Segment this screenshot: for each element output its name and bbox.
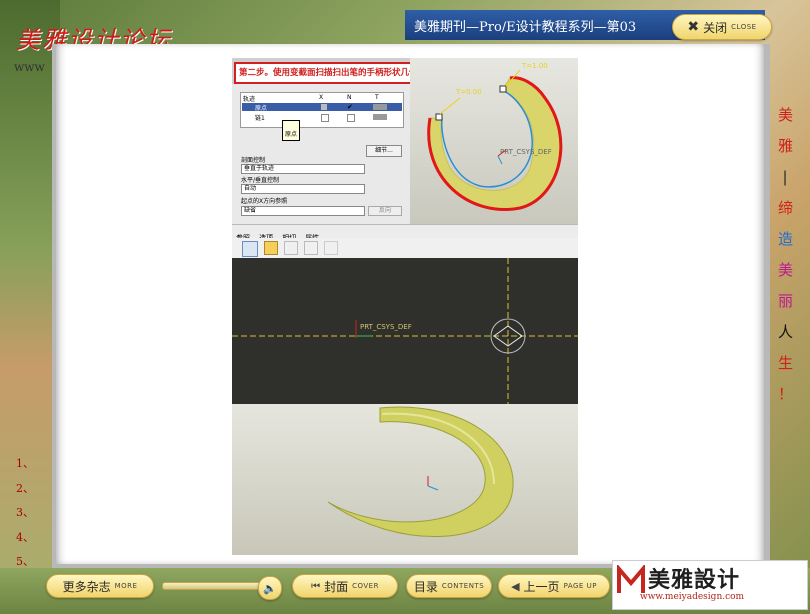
more-magazines-button[interactable]: 更多杂志 MORE xyxy=(46,574,154,598)
slogan-char: ！ xyxy=(778,385,794,403)
first-page-icon: ⏮ xyxy=(311,580,321,592)
table-header: N xyxy=(347,94,352,101)
contents-sub-label: CONTENTS xyxy=(441,582,485,590)
section-control-value: 垂直于轨迹 xyxy=(244,165,275,172)
checkbox-t[interactable] xyxy=(373,104,387,110)
close-label: 关闭 xyxy=(703,20,728,35)
list-item[interactable]: 2、 xyxy=(16,480,46,505)
hv-control-label: 水平/垂直控制 xyxy=(241,177,280,184)
left-list: 1、 2、 3、 4、 5、 xyxy=(16,455,46,578)
bracelet-model xyxy=(327,406,514,537)
close-sub-label: CLOSE xyxy=(731,23,757,31)
tooltip-text: 原点 xyxy=(285,131,298,138)
slogan-char: 雅 xyxy=(778,137,794,155)
bracelet-sketch-view xyxy=(427,69,563,211)
section-control-select[interactable]: 垂直于轨迹 xyxy=(241,164,365,174)
contents-label: 目录 xyxy=(413,579,438,594)
slogan-char: | xyxy=(782,168,788,186)
speaker-icon: 🔈 xyxy=(263,581,277,595)
slogan-char: 丽 xyxy=(778,292,794,310)
3d-view-bottom xyxy=(232,404,578,555)
forum-www: www xyxy=(14,60,45,74)
slogan-char: 美 xyxy=(778,261,794,279)
table-header: 轨迹 xyxy=(243,96,256,103)
close-button[interactable]: ✖ 关闭 CLOSE xyxy=(672,14,772,40)
csys-label: PRT_CSYS_DEF xyxy=(500,148,552,156)
checkbox-t[interactable] xyxy=(373,114,387,120)
logo-m-icon xyxy=(617,565,645,593)
list-item[interactable]: 3、 xyxy=(16,504,46,529)
thicken-icon[interactable] xyxy=(304,241,318,255)
sketch-csys-label: PRT_CSYS_DEF xyxy=(360,323,412,331)
table-row-label: 原点 xyxy=(255,105,268,112)
more-sub-label: MORE xyxy=(114,582,138,590)
cover-sub-label: COVER xyxy=(352,582,379,590)
checkbox-x[interactable] xyxy=(321,114,329,122)
dashboard-tabs: 参照 选项 相切 属性 xyxy=(232,224,578,242)
checkbox-n[interactable] xyxy=(347,114,355,122)
sketch-view xyxy=(232,258,578,404)
logo-url[interactable]: www.meiyadesign.com xyxy=(640,592,744,602)
list-item[interactable]: 1、 xyxy=(16,455,46,480)
start-x-field[interactable]: 缺省 xyxy=(241,206,365,216)
slogan-char: 造 xyxy=(778,230,794,248)
trajectory-table: 轨迹 X N T 原点 链1 ✔ xyxy=(240,92,404,128)
speaker-button[interactable]: 🔈 xyxy=(258,576,282,600)
cover-label: 封面 xyxy=(324,579,349,594)
reverse-button[interactable]: 反向 xyxy=(368,206,402,216)
checkbox-n-checked[interactable]: ✔ xyxy=(347,103,353,111)
table-header: X xyxy=(319,94,324,101)
slogan-char: 人 xyxy=(778,323,794,341)
sweep-surface-icon[interactable] xyxy=(242,241,258,257)
start-x-value: 缺省 xyxy=(244,207,257,214)
more-label: 更多杂志 xyxy=(62,579,111,594)
slogan-char: 生 xyxy=(778,354,794,372)
detail-button[interactable]: 细节... xyxy=(366,145,402,157)
slogan-vertical: 美雅 | 缔造美丽人生！ xyxy=(778,100,794,410)
logo-text: 美雅設计 xyxy=(648,568,741,593)
close-icon: ✖ xyxy=(687,19,700,35)
hv-control-select[interactable]: 自动 xyxy=(241,184,365,194)
3d-view-top xyxy=(410,58,578,224)
table-header: T xyxy=(375,94,379,101)
contents-button[interactable]: 目录 CONTENTS xyxy=(406,574,492,598)
list-item[interactable]: 4、 xyxy=(16,529,46,554)
page-up-label: 上一页 xyxy=(523,579,560,594)
tooltip: 原点 xyxy=(282,120,301,141)
slogan-char: 美 xyxy=(778,106,794,124)
dim-label: T=1.00 xyxy=(522,62,548,70)
checkbox-x[interactable] xyxy=(321,104,327,110)
arrow-left-icon: ◀ xyxy=(511,579,520,593)
hv-control-value: 自动 xyxy=(244,185,257,192)
sketch-icon[interactable] xyxy=(264,241,278,255)
remove-material-icon[interactable] xyxy=(284,241,298,255)
cover-button[interactable]: ⏮ 封面 COVER xyxy=(292,574,398,598)
pencil-icon[interactable] xyxy=(324,241,338,255)
start-x-label: 起点的X方向参照 xyxy=(241,198,288,205)
header-title: 美雅期刊—Pro/E设计教程系列—第03 xyxy=(414,20,637,35)
sketch-canvas xyxy=(232,258,578,404)
page-up-sub-label: PAGE UP xyxy=(563,582,597,590)
volume-slider[interactable] xyxy=(162,582,264,590)
page-up-button[interactable]: ◀ 上一页 PAGE UP xyxy=(498,574,610,598)
dashboard-icon-row xyxy=(232,238,578,259)
section-control-label: 剖面控制 xyxy=(241,157,266,164)
slogan-char: 缔 xyxy=(778,199,794,217)
dim-label: T=0.00 xyxy=(456,88,482,96)
table-row-label: 链1 xyxy=(255,115,265,122)
